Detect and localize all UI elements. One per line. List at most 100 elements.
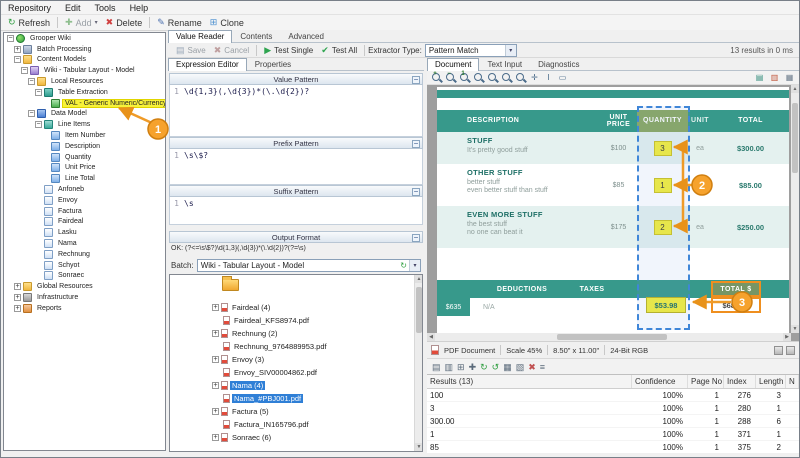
- results-col-results-13[interactable]: Results (13): [427, 375, 632, 388]
- zoom-dynamic-icon[interactable]: [514, 72, 527, 84]
- tree-item-table-extraction[interactable]: − Table Extraction: [4, 87, 165, 98]
- results-col-n[interactable]: N: [786, 375, 799, 388]
- refresh-icon[interactable]: ↻: [480, 362, 488, 372]
- quantity-column-selection[interactable]: [637, 106, 690, 330]
- tree-item-rechnung[interactable]: Rechnung: [4, 249, 165, 260]
- tree-item-wiki-tabular-layout-model[interactable]: − Wiki - Tabular Layout - Model: [4, 65, 165, 76]
- test-all-button[interactable]: ✔ Test All: [317, 43, 361, 57]
- collapse-button[interactable]: −: [412, 75, 420, 84]
- result-row[interactable]: 300.00 100% 1 288 6: [427, 415, 799, 428]
- scrollbar-thumb[interactable]: [557, 334, 667, 340]
- tree-item-grooper-wiki[interactable]: − Grooper Wiki: [4, 33, 165, 44]
- facing-pages-icon[interactable]: ▥: [768, 72, 781, 84]
- pan-icon[interactable]: ✛: [528, 72, 541, 84]
- batch-root-folder[interactable]: [222, 276, 239, 291]
- results-col-page-no[interactable]: Page No: [688, 375, 724, 388]
- tree-item-fairdeal[interactable]: Fairdeal: [4, 217, 165, 228]
- cancel-button[interactable]: ✖ Cancel: [210, 43, 253, 57]
- results-col-index[interactable]: Index: [724, 375, 756, 388]
- expand-toggle[interactable]: +: [212, 330, 219, 337]
- batch-select[interactable]: Wiki - Tabular Layout - Model ↻ ▾: [196, 259, 421, 272]
- batch-scrollbar[interactable]: ▲ ▼: [414, 275, 422, 451]
- collapse-button[interactable]: −: [412, 139, 420, 148]
- batch-item-sonraec-6[interactable]: + Sonraec (6): [212, 431, 273, 444]
- region-select-icon[interactable]: ▭: [556, 72, 569, 84]
- tree-item-global-resources[interactable]: + Global Resources: [4, 281, 165, 292]
- test-single-button[interactable]: ▶ Test Single: [260, 43, 317, 57]
- undo-icon[interactable]: ↺: [492, 362, 500, 372]
- result-row[interactable]: 100 100% 1 276 3: [427, 389, 799, 402]
- expand-toggle[interactable]: −: [35, 88, 42, 96]
- expand-toggle[interactable]: −: [7, 34, 14, 42]
- tree-item-item-number[interactable]: Item Number: [4, 130, 165, 141]
- zoom-out-icon[interactable]: −: [444, 71, 457, 84]
- tree-item-sonraec[interactable]: Sonraec: [4, 271, 165, 282]
- scroll-left-icon[interactable]: ◀: [427, 333, 435, 341]
- rename-button[interactable]: ✎ Rename: [153, 16, 206, 30]
- batch-item-nama-4[interactable]: + Nama (4) Nama_#PBJ001.pdf: [212, 379, 304, 405]
- layout-icon[interactable]: ▧: [516, 362, 525, 372]
- document-viewport[interactable]: DESCRIPTION UNIT PRICE QUANTITY UNIT TOTAL S…: [427, 85, 799, 341]
- tree-item-line-total[interactable]: Line Total: [4, 173, 165, 184]
- menu-edit[interactable]: Edit: [58, 1, 88, 14]
- view-option-icon[interactable]: [774, 345, 783, 355]
- scroll-down-icon[interactable]: ▼: [415, 443, 422, 451]
- tree-item-batch-processing[interactable]: + Batch Processing: [4, 44, 165, 55]
- results-col-confidence[interactable]: Confidence: [632, 375, 688, 388]
- viewer-horizontal-scrollbar[interactable]: ◀ ▶: [427, 333, 791, 341]
- tree-item-val-generic-numeric-currency[interactable]: VAL - Generic Numeric/Currency: [4, 98, 165, 109]
- batch-item-rechnung-2[interactable]: + Rechnung (2) Rechnung_9764889953.pdf: [212, 327, 329, 353]
- save-button[interactable]: ▤ Save: [172, 43, 210, 57]
- chevron-down-icon[interactable]: ▾: [504, 44, 516, 56]
- batch-item-factura-5[interactable]: + Factura (5) Factura_IN165796.pdf: [212, 405, 311, 431]
- tree-item-lasku[interactable]: Lasku: [4, 227, 165, 238]
- expand-toggle[interactable]: +: [212, 356, 219, 363]
- tab-text-input[interactable]: Text Input: [479, 58, 530, 70]
- results-col-length[interactable]: Length: [756, 375, 786, 388]
- scroll-right-icon[interactable]: ▶: [783, 333, 791, 341]
- expand-toggle[interactable]: +: [14, 283, 21, 291]
- tab-expression-editor[interactable]: Expression Editor: [168, 58, 247, 71]
- expand-toggle[interactable]: +: [212, 382, 219, 389]
- scrollbar-thumb[interactable]: [792, 103, 798, 173]
- result-row[interactable]: 1 100% 1 371 1: [427, 428, 799, 441]
- expand-toggle[interactable]: −: [14, 56, 21, 64]
- zoom-original-icon[interactable]: 1: [458, 71, 471, 84]
- document-page[interactable]: DESCRIPTION UNIT PRICE QUANTITY UNIT TOTAL S…: [437, 87, 789, 333]
- collapse-button[interactable]: −: [412, 233, 420, 242]
- print-icon[interactable]: ▥: [445, 362, 454, 372]
- batch-item-envoy-3[interactable]: + Envoy (3) Envoy_SIV00004862.pdf: [212, 353, 319, 379]
- expand-toggle[interactable]: +: [212, 408, 219, 415]
- expand-toggle[interactable]: −: [21, 67, 28, 75]
- menu-tools[interactable]: Tools: [88, 1, 123, 14]
- scrollbar-thumb[interactable]: [416, 287, 422, 333]
- scroll-up-icon[interactable]: ▲: [791, 85, 799, 93]
- viewer-vertical-scrollbar[interactable]: ▲ ▼: [791, 85, 799, 333]
- text-select-icon[interactable]: I: [542, 72, 555, 84]
- expand-toggle[interactable]: +: [14, 294, 21, 302]
- refresh-button[interactable]: ↻ Refresh: [4, 16, 54, 30]
- expand-toggle[interactable]: +: [212, 304, 219, 311]
- thumbnail-view-icon[interactable]: ▦: [783, 72, 796, 84]
- tree-item-quantity[interactable]: Quantity: [4, 152, 165, 163]
- refresh-icon[interactable]: ↻: [398, 261, 409, 270]
- pattern-editor-value-pattern[interactable]: 1 \d{1,3}(,\d{3})*(\.\d{2})?: [169, 85, 423, 137]
- clone-button[interactable]: ⊞ Clone: [206, 16, 248, 30]
- batch-item-fairdeal-4[interactable]: + Fairdeal (4) Fairdeal_KFS8974.pdf: [212, 301, 311, 327]
- tree-item-local-resources[interactable]: − Local Resources: [4, 76, 165, 87]
- menu-repository[interactable]: Repository: [1, 1, 58, 14]
- expand-toggle[interactable]: −: [35, 121, 42, 129]
- tree-item-reports[interactable]: + Reports: [4, 303, 165, 314]
- tab-document[interactable]: Document: [427, 58, 480, 71]
- pattern-editor-suffix-pattern[interactable]: 1 \s: [169, 197, 423, 225]
- delete-button[interactable]: ✖ Delete: [102, 16, 147, 30]
- expand-toggle[interactable]: +: [14, 45, 21, 53]
- add-icon[interactable]: ✚: [469, 362, 477, 372]
- tab-advanced[interactable]: Advanced: [280, 30, 332, 42]
- tree-item-unit-price[interactable]: Unit Price: [4, 163, 165, 174]
- add-button[interactable]: ✚ Add ▾: [61, 16, 102, 30]
- zoom-in-icon[interactable]: +: [430, 71, 443, 84]
- tree-item-envoy[interactable]: Envoy: [4, 195, 165, 206]
- chevron-down-icon[interactable]: ▾: [409, 260, 420, 271]
- result-row[interactable]: 85 100% 1 375 2: [427, 441, 799, 453]
